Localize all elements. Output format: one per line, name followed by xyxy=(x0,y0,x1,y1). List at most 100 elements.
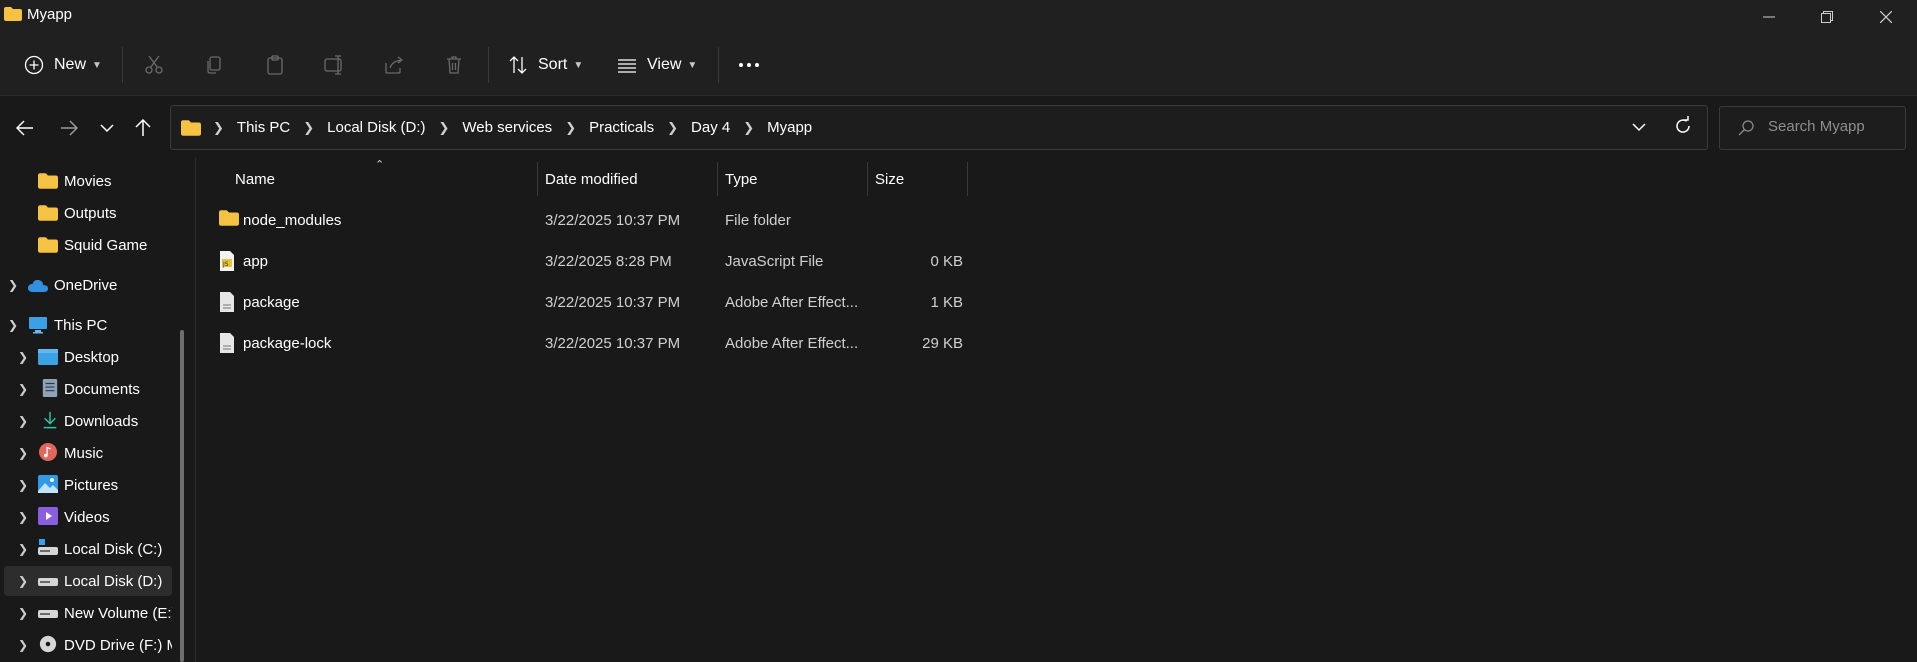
sidebar-item-squid-game[interactable]: Squid Game xyxy=(0,230,172,260)
file-type: File folder xyxy=(725,212,791,229)
sort-ascending-icon: ⌃ xyxy=(375,159,385,171)
minimize-button[interactable] xyxy=(1740,0,1798,34)
address-bar[interactable]: ❯ This PC ❯ Local Disk (D:) ❯ Web servic… xyxy=(170,105,1708,150)
sidebar-item-this-pc[interactable]: ❯ This PC xyxy=(0,310,172,340)
breadcrumb-day-4[interactable]: Day 4 xyxy=(691,119,730,136)
column-divider[interactable] xyxy=(867,162,868,196)
file-name: node_modules xyxy=(243,212,342,229)
paste-button[interactable] xyxy=(265,50,285,80)
sidebar-item-label: Music xyxy=(64,444,104,462)
sidebar-item-documents[interactable]: ❯ Documents xyxy=(0,374,172,404)
sidebar-item-videos[interactable]: ❯ Videos xyxy=(0,502,172,532)
chevron-right-icon[interactable]: ❯ xyxy=(18,382,28,396)
cut-button[interactable] xyxy=(144,50,164,80)
column-header-date[interactable]: Date modified xyxy=(545,162,638,196)
column-divider[interactable] xyxy=(537,162,538,196)
delete-button[interactable] xyxy=(444,50,464,80)
pictures-icon xyxy=(38,475,58,493)
chevron-right-icon[interactable]: ❯ xyxy=(18,446,28,460)
view-button[interactable]: View ▼ xyxy=(617,50,697,80)
restore-button[interactable] xyxy=(1798,0,1856,34)
sidebar-item-label: OneDrive xyxy=(54,276,118,294)
separator xyxy=(488,47,489,83)
window-title: Myapp xyxy=(27,6,73,23)
recent-locations-button[interactable] xyxy=(92,113,122,143)
chevron-down-icon[interactable]: ❯ xyxy=(8,318,18,332)
chevron-right-icon[interactable]: ❯ xyxy=(18,350,28,364)
column-divider[interactable] xyxy=(717,162,718,196)
chevron-right-icon[interactable]: ❯ xyxy=(18,574,28,588)
sidebar-scrollbar[interactable] xyxy=(180,330,184,662)
chevron-right-icon: ❯ xyxy=(303,119,315,135)
share-button[interactable] xyxy=(384,50,404,80)
folder-icon xyxy=(38,237,58,253)
drive-icon xyxy=(38,610,58,618)
sidebar-item-music[interactable]: ❯ Music xyxy=(0,438,172,468)
drive-icon xyxy=(38,578,58,586)
cloud-icon xyxy=(28,279,48,292)
column-header-label: Date modified xyxy=(545,170,638,188)
search-input[interactable] xyxy=(1768,118,1898,135)
sidebar-item-downloads[interactable]: ❯ Downloads xyxy=(0,406,172,436)
sidebar-item-new-volume-e[interactable]: ❯ New Volume (E:) xyxy=(0,598,172,628)
file-name: package xyxy=(243,294,300,311)
view-label: View xyxy=(647,56,682,73)
sidebar-item-dvd-drive-f[interactable]: ❯ DVD Drive (F:) M xyxy=(0,630,172,660)
minimize-icon xyxy=(1763,16,1775,18)
chevron-right-icon: ❯ xyxy=(743,119,755,135)
new-button[interactable]: New ▼ xyxy=(24,50,102,80)
sidebar-item-onedrive[interactable]: ❯ OneDrive xyxy=(0,270,172,300)
sidebar-item-local-disk-c[interactable]: ❯ Local Disk (C:) xyxy=(0,534,172,564)
rename-button[interactable] xyxy=(324,50,346,80)
back-button[interactable] xyxy=(10,113,40,143)
more-options-button[interactable] xyxy=(738,50,760,80)
chevron-right-icon[interactable]: ❯ xyxy=(18,542,28,556)
sidebar-item-label: Desktop xyxy=(64,348,120,366)
breadcrumb-practicals[interactable]: Practicals xyxy=(589,119,654,136)
arrow-left-icon xyxy=(16,120,33,136)
file-row[interactable]: package 3/22/2025 10:37 PM Adobe After E… xyxy=(215,285,995,319)
close-button[interactable] xyxy=(1857,0,1915,34)
chevron-right-icon[interactable]: ❯ xyxy=(18,478,28,492)
chevron-right-icon[interactable]: ❯ xyxy=(18,638,28,652)
refresh-button[interactable] xyxy=(1673,116,1693,140)
folder-icon xyxy=(38,205,58,221)
chevron-down-icon: ▼ xyxy=(92,59,102,71)
forward-button[interactable] xyxy=(54,113,84,143)
breadcrumb-myapp[interactable]: Myapp xyxy=(767,119,812,136)
breadcrumb-this-pc[interactable]: This PC xyxy=(237,119,290,136)
drive-icon xyxy=(38,539,58,555)
file-size: 1 KB xyxy=(930,294,963,311)
trash-icon xyxy=(447,56,461,74)
file-row[interactable]: JS app 3/22/2025 8:28 PM JavaScript File… xyxy=(215,244,995,278)
search-icon xyxy=(1738,120,1754,136)
column-header-type[interactable]: Type xyxy=(725,162,758,196)
sort-button[interactable]: Sort ▼ xyxy=(508,50,583,80)
file-icon xyxy=(220,292,234,312)
address-history-button[interactable] xyxy=(1631,117,1647,141)
column-header-size[interactable]: Size xyxy=(875,162,904,196)
sidebar-item-label: Outputs xyxy=(64,204,117,222)
documents-icon xyxy=(42,379,58,397)
file-row[interactable]: package-lock 3/22/2025 10:37 PM Adobe Af… xyxy=(215,326,995,360)
copy-button[interactable] xyxy=(204,50,224,80)
search-box[interactable] xyxy=(1719,106,1906,150)
up-button[interactable] xyxy=(128,113,158,143)
breadcrumb-web-services[interactable]: Web services xyxy=(462,119,552,136)
chevron-right-icon[interactable]: ❯ xyxy=(18,606,28,620)
sidebar-item-pictures[interactable]: ❯ Pictures xyxy=(0,470,172,500)
sidebar-item-outputs[interactable]: Outputs xyxy=(0,198,172,228)
folder-icon xyxy=(181,119,201,136)
videos-icon xyxy=(38,507,58,525)
file-row[interactable]: node_modules 3/22/2025 10:37 PM File fol… xyxy=(215,203,995,237)
column-header-name[interactable]: Name xyxy=(235,162,275,196)
chevron-right-icon[interactable]: ❯ xyxy=(18,414,28,428)
breadcrumb-local-disk-d[interactable]: Local Disk (D:) xyxy=(327,119,425,136)
sidebar-item-label: Downloads xyxy=(64,412,139,430)
column-divider[interactable] xyxy=(967,162,968,196)
sidebar-item-movies[interactable]: Movies xyxy=(0,166,172,196)
chevron-right-icon[interactable]: ❯ xyxy=(18,510,28,524)
sidebar-item-desktop[interactable]: ❯ Desktop xyxy=(0,342,172,372)
chevron-right-icon[interactable]: ❯ xyxy=(8,278,18,292)
sidebar-item-local-disk-d[interactable]: ❯ Local Disk (D:) xyxy=(4,566,172,596)
